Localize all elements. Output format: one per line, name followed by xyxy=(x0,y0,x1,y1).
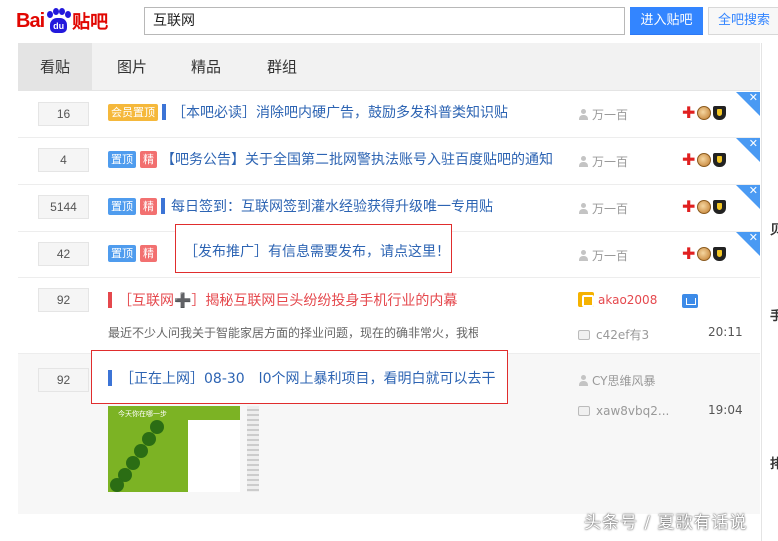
red-cross-icon: ✚ xyxy=(682,103,696,122)
search-input[interactable]: 互联网 xyxy=(144,7,625,35)
thread-author[interactable]: CY思维风暴 xyxy=(592,372,656,389)
last-reply-time: 20:11 xyxy=(708,325,743,339)
thread-author[interactable]: 万一百 xyxy=(592,106,628,123)
thread-title[interactable]: ［本吧必读］消除吧内硬广告，鼓励多发科普类知识贴 xyxy=(172,102,508,122)
vip-icon xyxy=(578,292,594,307)
reply-count: 42 xyxy=(38,242,89,266)
shield-icon xyxy=(713,153,727,167)
thread-author[interactable]: akao2008 xyxy=(598,293,657,307)
thread-title[interactable]: ［发布推广］有信息需要发布，请点这里！ xyxy=(184,241,450,261)
thread-title[interactable]: ［互联网➕］揭秘互联网巨头纷纷投身手机行业的内幕 xyxy=(118,290,457,310)
person-icon xyxy=(578,375,588,386)
thread-title[interactable]: 每日签到：互联网签到灌水经验获得升级唯一专用贴 xyxy=(171,196,493,216)
ball-icon xyxy=(697,200,712,214)
baidu-paw-icon: du xyxy=(45,8,72,34)
reply-count: 5144 xyxy=(38,195,89,219)
tab-groups[interactable]: 群组 xyxy=(252,43,312,91)
red-cross-icon: ✚ xyxy=(682,197,696,216)
thread-author[interactable]: 万一百 xyxy=(592,200,628,217)
thumbnail-caption: 今天你在哪一步 xyxy=(118,410,167,418)
reply-icon xyxy=(578,406,590,416)
logo-tieba-text: 贴吧 xyxy=(72,12,109,33)
author-badges: ✚ xyxy=(682,150,727,169)
right-sidebar: 贝 手 排 xyxy=(761,43,778,541)
person-icon xyxy=(578,109,588,120)
all-tieba-search-button[interactable]: 全吧搜索 xyxy=(708,7,778,35)
thread-row[interactable]: 4 置顶 精 【吧务公告】关于全国第二批网警执法账号入驻百度贴吧的通知 万一百 … xyxy=(18,137,760,185)
red-cross-icon: ✚ xyxy=(682,244,696,263)
title-bar-icon xyxy=(108,370,112,386)
watermark: 头条号 / 夏歌有话说 xyxy=(584,513,748,533)
logo-bai-text: Bai xyxy=(16,9,45,32)
thread-title[interactable]: 【吧务公告】关于全国第二批网警执法账号入驻百度贴吧的通知 xyxy=(161,149,553,169)
highlight-box-online: ［正在上网］08-30 l0个网上暴利项目，看明白就可以去干 xyxy=(91,350,508,404)
author-badges: ✚ xyxy=(682,103,727,122)
title-bar-icon xyxy=(108,292,112,308)
person-icon xyxy=(578,250,588,261)
thread-thumbnail[interactable]: 今天你在哪一步 xyxy=(108,406,240,492)
baidu-tieba-logo[interactable]: Bai du 贴吧 xyxy=(16,6,108,36)
thread-author[interactable]: 万一百 xyxy=(592,247,628,264)
sidebar-text: 贝 xyxy=(770,223,778,238)
tab-images[interactable]: 图片 xyxy=(102,43,162,91)
shield-icon xyxy=(713,247,727,261)
last-reply-time: 19:04 xyxy=(708,403,743,417)
featured-badge: 精 xyxy=(140,197,157,215)
close-icon[interactable]: ✕ xyxy=(749,91,758,104)
ball-icon xyxy=(697,153,712,167)
tab-featured[interactable]: 精品 xyxy=(176,43,236,91)
highlight-box-promo: ［发布推广］有信息需要发布，请点这里！ xyxy=(175,224,452,273)
last-replier[interactable]: xaw8vbq2... xyxy=(596,404,669,418)
title-bar-icon xyxy=(161,198,165,214)
close-icon[interactable]: ✕ xyxy=(749,137,758,150)
sidebar-text: 手 xyxy=(770,309,778,324)
person-icon xyxy=(578,203,588,214)
author-badges: ✚ xyxy=(682,197,727,216)
reply-count: 4 xyxy=(38,148,89,172)
red-cross-icon: ✚ xyxy=(682,150,696,169)
enter-tieba-button[interactable]: 进入贴吧 xyxy=(630,7,703,35)
top-header: Bai du 贴吧 互联网 进入贴吧 全吧搜索 xyxy=(0,0,778,42)
pinned-badge: 置顶 xyxy=(108,244,136,262)
member-pinned-badge: 会员置顶 xyxy=(108,103,158,121)
sidebar-text: 排 xyxy=(770,457,778,472)
reply-count: 92 xyxy=(38,368,89,392)
reply-count: 16 xyxy=(38,102,89,126)
tab-posts[interactable]: 看贴 xyxy=(18,43,92,91)
featured-badge: 精 xyxy=(140,150,157,168)
shield-icon xyxy=(713,200,727,214)
thread-row[interactable]: 16 会员置顶 ［本吧必读］消除吧内硬广告，鼓励多发科普类知识贴 万一百 ✚ ✕ xyxy=(18,91,760,138)
featured-badge: 精 xyxy=(140,244,157,262)
last-replier[interactable]: c42ef有3 xyxy=(596,326,649,343)
thread-thumbnail-2[interactable] xyxy=(247,406,259,492)
shield-icon xyxy=(713,106,727,120)
ball-icon xyxy=(697,247,712,261)
thread-title[interactable]: ［正在上网］08-30 l0个网上暴利项目，看明白就可以去干 xyxy=(120,368,495,388)
person-icon xyxy=(578,156,588,167)
thread-row[interactable]: 92 ［互联网➕］揭秘互联网巨头纷纷投身手机行业的内幕 akao2008 最近不… xyxy=(18,278,760,354)
pinned-badge: 置顶 xyxy=(108,197,136,215)
ball-icon xyxy=(697,106,712,120)
thread-abstract: 最近不少人问我关于智能家居方面的择业问题，现在的确非常火，我根据什么朋友的 xyxy=(108,326,478,340)
pinned-badge: 置顶 xyxy=(108,150,136,168)
author-badges: ✚ xyxy=(682,244,727,263)
thread-author[interactable]: 万一百 xyxy=(592,153,628,170)
reply-icon xyxy=(578,329,590,340)
close-icon[interactable]: ✕ xyxy=(749,184,758,197)
title-bar-icon xyxy=(162,104,166,120)
child-icon xyxy=(682,294,698,312)
reply-count: 92 xyxy=(38,288,89,312)
close-icon[interactable]: ✕ xyxy=(749,231,758,244)
tab-bar: 看贴 图片 精品 群组 xyxy=(18,43,760,91)
